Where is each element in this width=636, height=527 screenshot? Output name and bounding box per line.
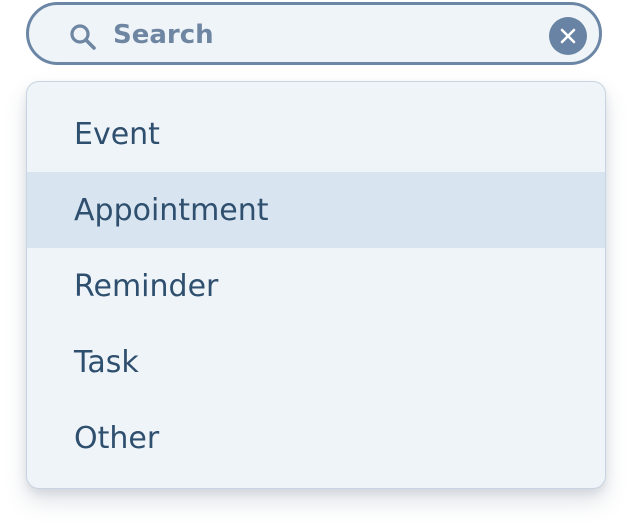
dropdown-item-event[interactable]: Event (27, 96, 605, 172)
dropdown-item-other[interactable]: Other (27, 400, 605, 476)
dropdown-list: Event Appointment Reminder Task Other (27, 82, 605, 476)
dropdown-item-appointment[interactable]: Appointment (27, 172, 605, 248)
dropdown-menu: Event Appointment Reminder Task Other (26, 81, 606, 489)
close-icon (560, 28, 576, 44)
search-icon (68, 22, 98, 52)
dropdown-item-task[interactable]: Task (27, 324, 605, 400)
search-input[interactable] (113, 13, 533, 57)
clear-search-button[interactable] (549, 17, 587, 55)
search-dropdown-widget: Event Appointment Reminder Task Other (0, 0, 636, 527)
search-box[interactable] (26, 2, 602, 65)
dropdown-item-reminder[interactable]: Reminder (27, 248, 605, 324)
